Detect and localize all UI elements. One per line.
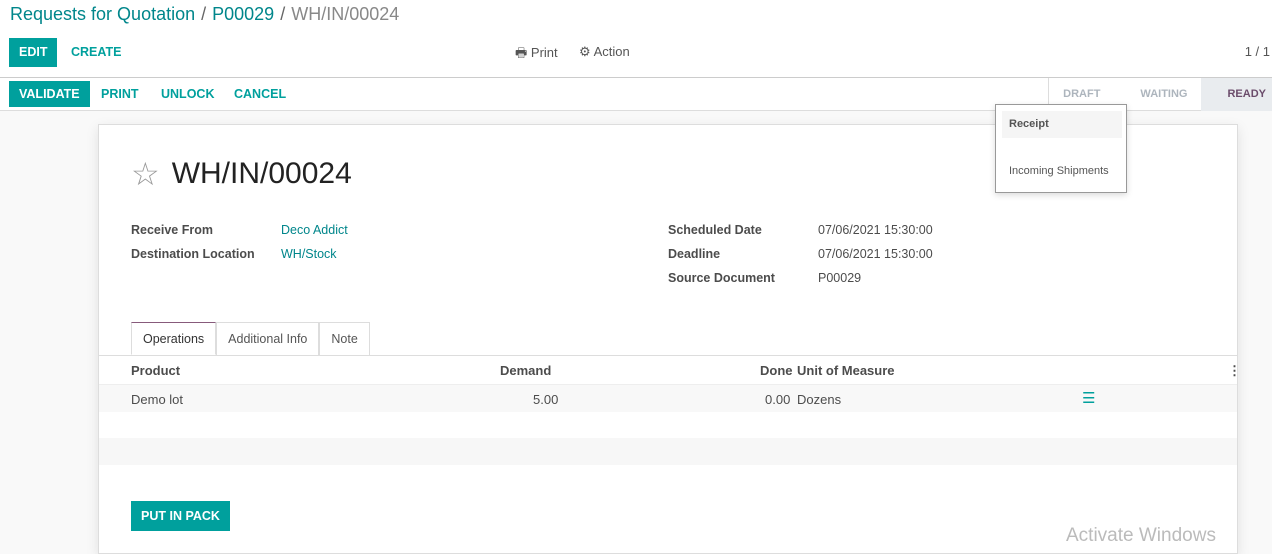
cell-uom: Dozens [797, 392, 842, 407]
stage-ready[interactable]: READY [1201, 78, 1272, 111]
receive-from-value[interactable]: Deco Addict [281, 223, 348, 237]
cell-demand: 5.00 [533, 392, 559, 407]
activate-windows-watermark: Activate Windows [1066, 525, 1216, 546]
col-uom[interactable]: Unit of Measure [797, 363, 895, 378]
cell-done: 0.00 [765, 392, 791, 407]
unlock-button[interactable]: UNLOCK [151, 81, 224, 107]
star-icon[interactable]: ☆ [131, 155, 160, 193]
tab-note[interactable]: Note [319, 322, 370, 355]
detailed-operations-icon[interactable]: ☰ [1082, 389, 1095, 407]
table-row[interactable]: Demo lot 5.00 0.00 Dozens ☰ [99, 384, 1237, 412]
pager[interactable]: 1 / 1 [1245, 44, 1270, 59]
print-menu[interactable]: 🖶 Print [515, 44, 558, 66]
print-button[interactable]: PRINT [91, 81, 149, 107]
breadcrumb-current: WH/IN/00024 [291, 4, 400, 24]
source-document-value: P00029 [818, 271, 862, 285]
validate-button[interactable]: VALIDATE [9, 81, 90, 107]
column-options-icon[interactable]: ⋮ [1228, 363, 1241, 379]
scheduled-date-value: 07/06/2021 15:30:00 [818, 223, 933, 237]
tab-additional-info[interactable]: Additional Info [216, 322, 320, 355]
scheduled-date-label: Scheduled Date [668, 223, 762, 237]
breadcrumb-rfq[interactable]: Requests for Quotation [10, 4, 195, 24]
print-label: Print [530, 45, 558, 60]
deadline-value: 07/06/2021 15:30:00 [818, 247, 933, 261]
control-panel: Requests for Quotation / P00029/WH/IN/0002… [0, 0, 1272, 111]
stage-popover: Receipt Incoming Shipments [995, 104, 1127, 193]
destination-label: Destination Location [131, 247, 255, 261]
deadline-label: Deadline [668, 247, 721, 261]
cancel-button[interactable]: CANCEL [224, 81, 296, 107]
create-button[interactable]: CREATE [61, 38, 131, 67]
source-document-label: Source Document [668, 271, 775, 285]
destination-value[interactable]: WH/Stock [281, 247, 337, 261]
edit-button[interactable]: EDIT [9, 38, 58, 67]
col-done[interactable]: Done [760, 363, 793, 378]
put-in-pack-button[interactable]: PUT IN PACK [131, 501, 230, 531]
record-title: WH/IN/00024 [171, 157, 352, 190]
receive-from-label: Receive From [131, 223, 213, 237]
popover-item[interactable]: Incoming Shipments [1009, 165, 1109, 177]
breadcrumb-po[interactable]: P00029 [212, 4, 274, 24]
col-demand[interactable]: Demand [500, 363, 551, 378]
col-product[interactable]: Product [131, 363, 180, 378]
tab-operations[interactable]: Operations [131, 322, 217, 355]
action-label: Action [593, 44, 630, 59]
printer-icon: 🖶 [515, 45, 528, 60]
breadcrumb: Requests for Quotation / P00029/WH/IN/0002… [10, 4, 400, 24]
cell-product: Demo lot [131, 392, 184, 407]
stage-waiting[interactable]: WAITING [1114, 78, 1201, 111]
gear-icon: ⚙ [579, 44, 591, 59]
popover-title: Receipt [1002, 111, 1122, 138]
action-menu[interactable]: ⚙ Action [579, 44, 630, 60]
